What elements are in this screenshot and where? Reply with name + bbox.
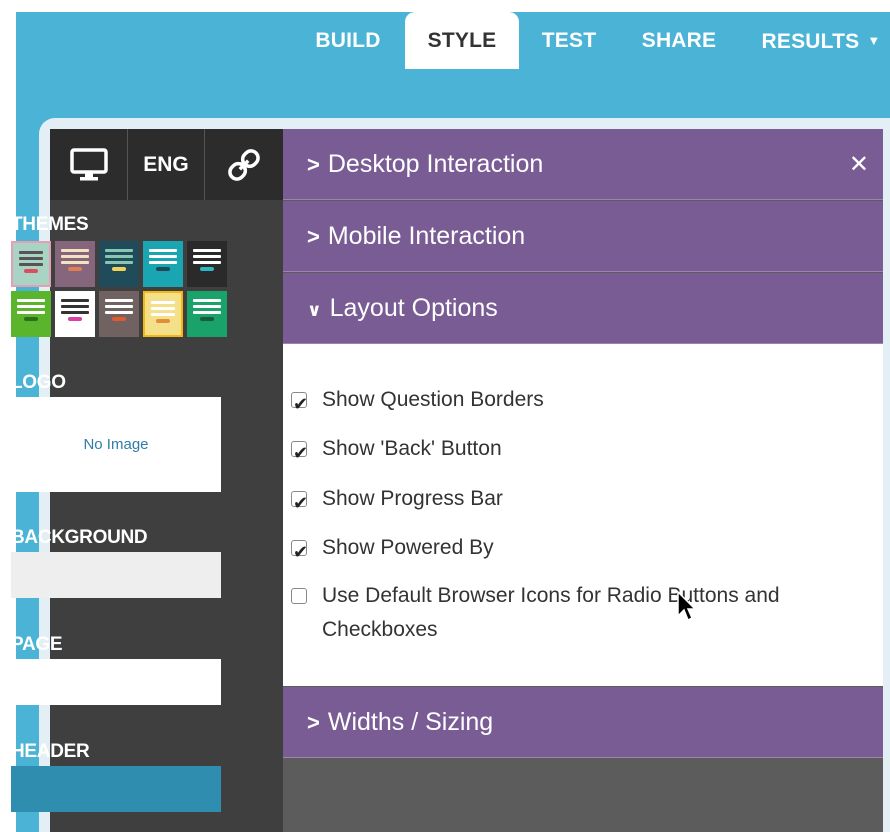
option-default-browser-icons[interactable]: Use Default Browser Icons for Radio Butt… [291,579,851,647]
accordion-title: Widths / Sizing [327,708,494,736]
language-button[interactable]: ENG [128,129,205,200]
layout-options-body: Show Question Borders Show 'Back' Button… [283,344,883,686]
close-icon[interactable]: ✕ [849,129,869,200]
accordion-mobile-interaction[interactable]: > Mobile Interaction [283,201,883,272]
desktop-view-button[interactable] [50,129,128,200]
option-show-progress-bar[interactable]: Show Progress Bar [291,482,871,520]
page-label: PAGE [11,634,63,655]
theme-swatch[interactable] [187,241,227,287]
mouse-pointer-icon [677,590,696,622]
option-show-back-button[interactable]: Show 'Back' Button [291,432,871,470]
checkbox[interactable] [291,486,308,520]
checkbox[interactable] [291,436,308,470]
themes-grid [11,241,227,338]
theme-swatch[interactable] [143,291,183,337]
accordion-title: Layout Options [329,294,498,322]
chevron-right-icon: > [307,710,320,735]
nav-tab-build[interactable]: BUILD [300,12,396,69]
theme-swatch[interactable] [99,241,139,287]
theme-swatch[interactable] [11,241,51,287]
nav-tab-label: STYLE [427,29,497,52]
header-label: HEADER [11,741,90,762]
chevron-right-icon: > [307,152,320,177]
option-label: Use Default Browser Icons for Radio Butt… [322,584,780,641]
top-nav: BUILD STYLE TEST SHARE RESULTS ▼ [0,12,890,70]
page-color-swatch[interactable] [11,659,221,705]
option-label: Show Question Borders [322,388,544,411]
option-show-powered-by[interactable]: Show Powered By [291,531,871,569]
accordion-desktop-interaction[interactable]: > Desktop Interaction ✕ [283,129,883,200]
option-label: Show Progress Bar [322,487,503,510]
theme-swatch[interactable] [99,291,139,337]
header-color-swatch[interactable] [11,766,221,812]
themes-label: THEMES [11,214,89,235]
monitor-icon [69,147,108,180]
background-label: BACKGROUND [11,527,148,548]
option-label: Show 'Back' Button [322,437,502,460]
option-label: Show Powered By [322,536,494,559]
nav-tab-share[interactable]: SHARE [627,12,731,69]
checkbox[interactable] [291,535,308,569]
caret-down-icon: ▼ [867,33,881,48]
link-icon [228,148,260,181]
nav-tab-label: RESULTS [761,30,860,53]
theme-swatch[interactable] [55,241,95,287]
sidebar-toolbar: ENG [50,129,283,200]
option-show-question-borders[interactable]: Show Question Borders [291,383,871,421]
chevron-down-icon: ∨ [307,300,322,320]
logo-label: LOGO [11,372,66,393]
logo-placeholder-text: No Image [83,436,149,453]
nav-tab-style[interactable]: STYLE [405,12,519,69]
nav-tab-label: SHARE [641,29,717,52]
nav-tab-results[interactable]: RESULTS ▼ [752,12,890,69]
checkbox[interactable] [291,588,307,604]
nav-tab-test[interactable]: TEST [527,12,611,69]
checkbox[interactable] [291,387,308,421]
theme-swatch[interactable] [143,241,183,287]
accordion-widths-sizing[interactable]: > Widths / Sizing [283,687,883,758]
nav-tab-label: BUILD [315,29,381,52]
theme-swatch[interactable] [55,291,95,337]
link-button[interactable] [205,129,283,200]
accordion-layout-options[interactable]: ∨ Layout Options [283,273,883,344]
language-label: ENG [143,152,189,176]
accordion-title: Mobile Interaction [327,222,526,250]
logo-upload-area[interactable]: No Image [11,397,221,492]
background-color-swatch[interactable] [11,552,221,598]
nav-tab-label: TEST [541,29,597,52]
accordion-title: Desktop Interaction [327,150,544,178]
theme-swatch[interactable] [187,291,227,337]
chevron-right-icon: > [307,224,320,249]
theme-swatch[interactable] [11,291,51,337]
